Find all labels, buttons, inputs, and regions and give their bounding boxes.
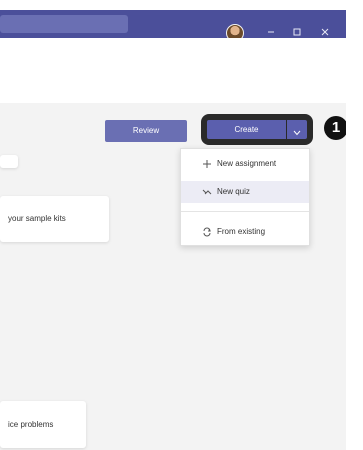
practice-problems-card[interactable]: ice problems xyxy=(0,401,86,448)
title-bar xyxy=(0,10,346,42)
create-menu: New assignment New quiz From existing xyxy=(180,148,310,246)
menu-item-label: New quiz xyxy=(217,187,250,196)
right-margin xyxy=(346,0,363,450)
menu-item-label: From existing xyxy=(217,227,266,236)
sample-kits-card[interactable]: your sample kits xyxy=(0,196,109,242)
menu-item-new-assignment[interactable]: New assignment xyxy=(181,153,309,175)
chevron-down-icon xyxy=(287,130,307,136)
card-stub[interactable] xyxy=(0,155,18,168)
menu-item-from-existing[interactable]: From existing xyxy=(181,221,309,243)
create-split-button: Create xyxy=(201,114,313,145)
menu-item-new-quiz[interactable]: New quiz xyxy=(181,181,309,203)
quiz-icon xyxy=(202,181,212,203)
review-button[interactable]: Review xyxy=(105,120,187,142)
menu-divider xyxy=(181,211,309,212)
search-box[interactable] xyxy=(0,15,128,33)
refresh-icon xyxy=(202,221,212,243)
page-header xyxy=(0,38,346,104)
create-button[interactable]: Create xyxy=(207,120,286,139)
app-window: your sample kits ice problems Review Cre… xyxy=(0,0,363,450)
step-callout: 1 xyxy=(324,116,348,140)
plus-icon xyxy=(202,153,212,175)
create-dropdown-toggle[interactable] xyxy=(287,120,307,139)
menu-item-label: New assignment xyxy=(217,159,277,168)
